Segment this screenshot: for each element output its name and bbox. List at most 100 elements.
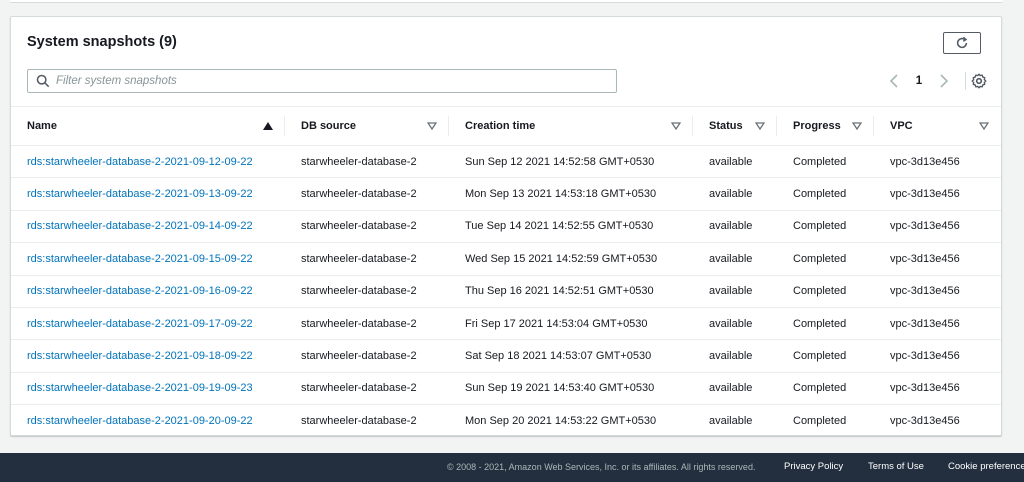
cell-vpc: vpc-3d13e456	[890, 415, 960, 428]
cell-status: available	[693, 372, 777, 406]
cell-name: rds:starwheeler-database-2-2021-09-19-09…	[11, 372, 285, 406]
cell-db-source: starwheeler-database-2	[285, 210, 449, 244]
table-row[interactable]: rds:starwheeler-database-2-2021-09-18-09…	[11, 339, 1001, 373]
snapshot-link[interactable]: rds:starwheeler-database-2-2021-09-15-09…	[27, 253, 253, 265]
cell-db-source: starwheeler-database-2	[285, 145, 449, 179]
refresh-button[interactable]	[943, 32, 981, 54]
cell-status: available	[693, 210, 777, 244]
cookie-preferences-link[interactable]: Cookie preferences	[948, 461, 1024, 472]
column-header-vpc[interactable]: VPC	[874, 106, 1001, 146]
current-page-number[interactable]: 1	[901, 75, 937, 87]
column-label: Creation time	[465, 120, 536, 132]
table-header-row: Name DB source Creation time Status Prog…	[11, 106, 1001, 146]
page-footer: © 2008 - 2021, Amazon Web Services, Inc.…	[0, 453, 1024, 482]
cell-db-source: starwheeler-database-2	[285, 242, 449, 276]
cell-progress: Completed	[777, 177, 874, 211]
cell-vpc: vpc-3d13e456	[874, 145, 1001, 179]
snapshots-table: Name DB source Creation time Status Prog…	[11, 106, 1001, 437]
cell-vpc: vpc-3d13e456	[874, 177, 1001, 211]
table-row[interactable]: rds:starwheeler-database-2-2021-09-15-09…	[11, 242, 1001, 276]
cell-creation-time: Thu Sep 16 2021 14:52:51 GMT+0530	[449, 275, 693, 308]
column-header-db-source[interactable]: DB source	[285, 106, 449, 146]
cell-creation-time: Mon Sep 20 2021 14:53:22 GMT+0530	[465, 415, 657, 428]
cell-db-source: starwheeler-database-2	[285, 307, 449, 341]
column-header-progress[interactable]: Progress	[777, 106, 874, 146]
refresh-icon	[956, 36, 968, 49]
snapshot-link[interactable]: rds:starwheeler-database-2-2021-09-19-09…	[27, 382, 253, 394]
cell-progress: Completed	[777, 307, 874, 341]
table-row[interactable]: rds:starwheeler-database-2-2021-09-19-09…	[11, 372, 1001, 406]
table-row[interactable]: rds:starwheeler-database-2-2021-09-14-09…	[11, 210, 1001, 244]
sort-descending-outline-icon	[755, 122, 765, 130]
cell-db-source: starwheeler-database-2	[285, 372, 449, 406]
cell-status: available	[693, 307, 777, 341]
cell-progress: Completed	[777, 372, 874, 406]
snapshot-link[interactable]: rds:starwheeler-database-2-2021-09-13-09…	[27, 188, 253, 200]
cell-db-source: starwheeler-database-2	[285, 275, 449, 308]
search-box	[27, 69, 617, 93]
snapshot-link[interactable]: rds:starwheeler-database-2-2021-09-12-09…	[27, 156, 253, 168]
cell-name: rds:starwheeler-database-2-2021-09-15-09…	[11, 242, 285, 276]
cell-name: rds:starwheeler-database-2-2021-09-16-09…	[11, 275, 285, 308]
column-header-creation-time[interactable]: Creation time	[449, 106, 693, 146]
cell-status: available	[693, 275, 777, 308]
cell-creation-time: Sun Sep 12 2021 14:52:58 GMT+0530	[449, 145, 693, 179]
cell-status: available	[693, 339, 777, 373]
cell-name: rds:starwheeler-database-2-2021-09-13-09…	[11, 177, 285, 211]
column-header-name[interactable]: Name	[11, 106, 285, 146]
cell-progress: Completed	[793, 415, 847, 428]
column-label: DB source	[301, 120, 357, 132]
cell-name: rds:starwheeler-database-2-2021-09-18-09…	[11, 339, 285, 373]
cell-vpc: vpc-3d13e456	[874, 275, 1001, 308]
cell-vpc: vpc-3d13e456	[874, 372, 1001, 406]
search-input[interactable]	[56, 71, 616, 91]
cell-creation-time: Mon Sep 13 2021 14:53:18 GMT+0530	[449, 177, 693, 211]
cell-vpc: vpc-3d13e456	[874, 210, 1001, 244]
column-label: VPC	[890, 120, 913, 132]
cell-status: available	[693, 177, 777, 211]
cell-status: available	[693, 145, 777, 179]
cell-name: rds:starwheeler-database-2-2021-09-14-09…	[11, 210, 285, 244]
footer-copyright: © 2008 - 2021, Amazon Web Services, Inc.…	[447, 462, 756, 472]
snapshot-link[interactable]: rds:starwheeler-database-2-2021-09-17-09…	[27, 318, 253, 330]
cell-vpc: vpc-3d13e456	[874, 339, 1001, 373]
table-row[interactable]: rds:starwheeler-database-2-2021-09-20-09…	[11, 405, 1001, 437]
column-label: Name	[27, 120, 57, 132]
next-page-button[interactable]	[937, 73, 951, 89]
cell-status: available	[693, 242, 777, 276]
cell-name: rds:starwheeler-database-2-2021-09-20-09…	[11, 405, 285, 437]
sort-descending-outline-icon	[671, 122, 681, 130]
table-row[interactable]: rds:starwheeler-database-2-2021-09-13-09…	[11, 177, 1001, 211]
privacy-policy-link[interactable]: Privacy Policy	[784, 461, 843, 472]
cell-creation-time: Sun Sep 19 2021 14:53:40 GMT+0530	[449, 372, 693, 406]
previous-card-edge	[10, 0, 1002, 3]
cell-progress: Completed	[777, 339, 874, 373]
cell-progress: Completed	[777, 275, 874, 308]
sort-descending-outline-icon	[852, 122, 862, 130]
cell-db-source: starwheeler-database-2	[301, 415, 417, 428]
cell-vpc: vpc-3d13e456	[874, 307, 1001, 341]
gear-icon	[971, 73, 987, 89]
table-row[interactable]: rds:starwheeler-database-2-2021-09-12-09…	[11, 145, 1001, 179]
system-snapshots-panel: System snapshots (9) 1	[10, 16, 1002, 436]
panel-title: System snapshots (9)	[27, 34, 177, 50]
cell-db-source: starwheeler-database-2	[285, 177, 449, 211]
previous-page-button[interactable]	[887, 73, 901, 89]
terms-of-use-link[interactable]: Terms of Use	[868, 461, 924, 472]
cell-creation-time: Sat Sep 18 2021 14:53:07 GMT+0530	[449, 339, 693, 373]
cell-progress: Completed	[777, 242, 874, 276]
cell-status: available	[709, 415, 753, 428]
cell-creation-time: Wed Sep 15 2021 14:52:59 GMT+0530	[449, 242, 693, 276]
cell-db-source: starwheeler-database-2	[285, 339, 449, 373]
table-row[interactable]: rds:starwheeler-database-2-2021-09-17-09…	[11, 307, 1001, 341]
column-header-status[interactable]: Status	[693, 106, 777, 146]
table-row[interactable]: rds:starwheeler-database-2-2021-09-16-09…	[11, 275, 1001, 308]
snapshot-link[interactable]: rds:starwheeler-database-2-2021-09-20-09…	[27, 415, 253, 427]
pagination: 1	[887, 72, 966, 90]
chevron-left-icon	[889, 74, 898, 88]
preferences-button[interactable]	[971, 73, 987, 89]
snapshot-link[interactable]: rds:starwheeler-database-2-2021-09-16-09…	[27, 285, 253, 297]
snapshot-link[interactable]: rds:starwheeler-database-2-2021-09-18-09…	[27, 350, 253, 362]
snapshot-link[interactable]: rds:starwheeler-database-2-2021-09-14-09…	[27, 220, 253, 232]
cell-progress: Completed	[777, 210, 874, 244]
